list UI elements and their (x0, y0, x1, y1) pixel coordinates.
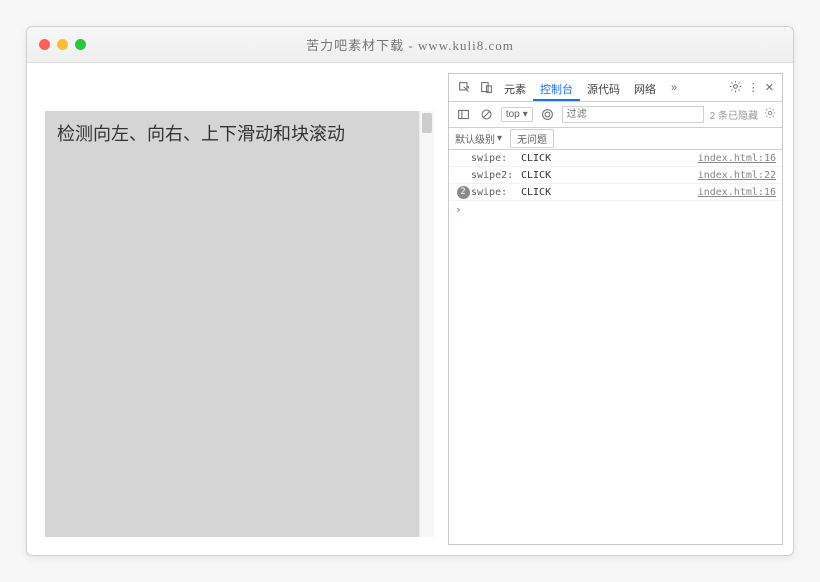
console-output: swipe:CLICKindex.html:16swipe2:CLICKinde… (449, 150, 782, 544)
tab-sources[interactable]: 源代码 (580, 74, 627, 101)
filter-input[interactable] (562, 106, 704, 123)
tab-console[interactable]: 控制台 (533, 74, 580, 101)
devtools-panel: 元素 控制台 源代码 网络 » ⋮ ✕ top▾ 2 条已隐藏 (448, 73, 783, 545)
browser-window: 苦力吧素材下载 - www.kuli8.com 检测向左、向右、上下滑动和块滚动… (26, 26, 794, 556)
console-filterbar: top▾ 2 条已隐藏 (449, 102, 782, 128)
log-value: CLICK (521, 153, 698, 164)
close-devtools-icon[interactable]: ✕ (765, 81, 774, 94)
devtools-tabbar: 元素 控制台 源代码 网络 » ⋮ ✕ (449, 74, 782, 102)
log-value: CLICK (521, 170, 698, 181)
settings-icon[interactable] (729, 80, 742, 96)
window-title: 苦力吧素材下载 - www.kuli8.com (27, 35, 793, 54)
kebab-icon[interactable]: ⋮ (748, 81, 759, 94)
log-key: swipe2: (471, 170, 521, 181)
log-level-selector[interactable]: 默认级别▾ (455, 131, 502, 146)
issues-button[interactable]: 无问题 (510, 129, 554, 148)
vertical-scrollbar[interactable] (419, 111, 434, 537)
console-row: swipe:CLICKindex.html:16 (449, 150, 782, 167)
log-source-link[interactable]: index.html:16 (698, 187, 776, 198)
repeat-badge: 2 (455, 186, 471, 199)
window-body: 检测向左、向右、上下滑动和块滚动 元素 控制台 源代码 网络 » ⋮ ✕ (27, 63, 793, 555)
page-heading: 检测向左、向右、上下滑动和块滚动 (57, 121, 407, 148)
log-key: swipe: (471, 153, 521, 164)
tab-network[interactable]: 网络 (627, 74, 663, 101)
hidden-count: 2 条已隐藏 (710, 107, 758, 122)
console-prompt[interactable]: › (449, 201, 782, 218)
more-tabs-icon[interactable]: » (663, 74, 685, 101)
chevron-down-icon: ▾ (523, 109, 528, 120)
tab-elements[interactable]: 元素 (497, 74, 533, 101)
log-source-link[interactable]: index.html:16 (698, 153, 776, 164)
console-row: swipe2:CLICKindex.html:22 (449, 167, 782, 184)
page-viewport[interactable]: 检测向左、向右、上下滑动和块滚动 (45, 111, 419, 537)
clear-console-icon[interactable] (478, 108, 495, 121)
log-key: swipe: (471, 187, 521, 198)
console-settings-icon[interactable] (764, 107, 776, 122)
console-row: 2swipe:CLICKindex.html:16 (449, 184, 782, 201)
page-pane: 检测向左、向右、上下滑动和块滚动 (37, 73, 442, 545)
titlebar: 苦力吧素材下载 - www.kuli8.com (27, 27, 793, 63)
chevron-down-icon: ▾ (497, 133, 502, 144)
console-levelbar: 默认级别▾ 无问题 (449, 128, 782, 150)
log-source-link[interactable]: index.html:22 (698, 170, 776, 181)
console-sidebar-icon[interactable] (455, 108, 472, 121)
device-toggle-icon[interactable] (475, 74, 497, 101)
inspect-icon[interactable] (453, 74, 475, 101)
live-expression-icon[interactable] (539, 108, 556, 121)
log-value: CLICK (521, 187, 698, 198)
context-selector[interactable]: top▾ (501, 107, 533, 122)
